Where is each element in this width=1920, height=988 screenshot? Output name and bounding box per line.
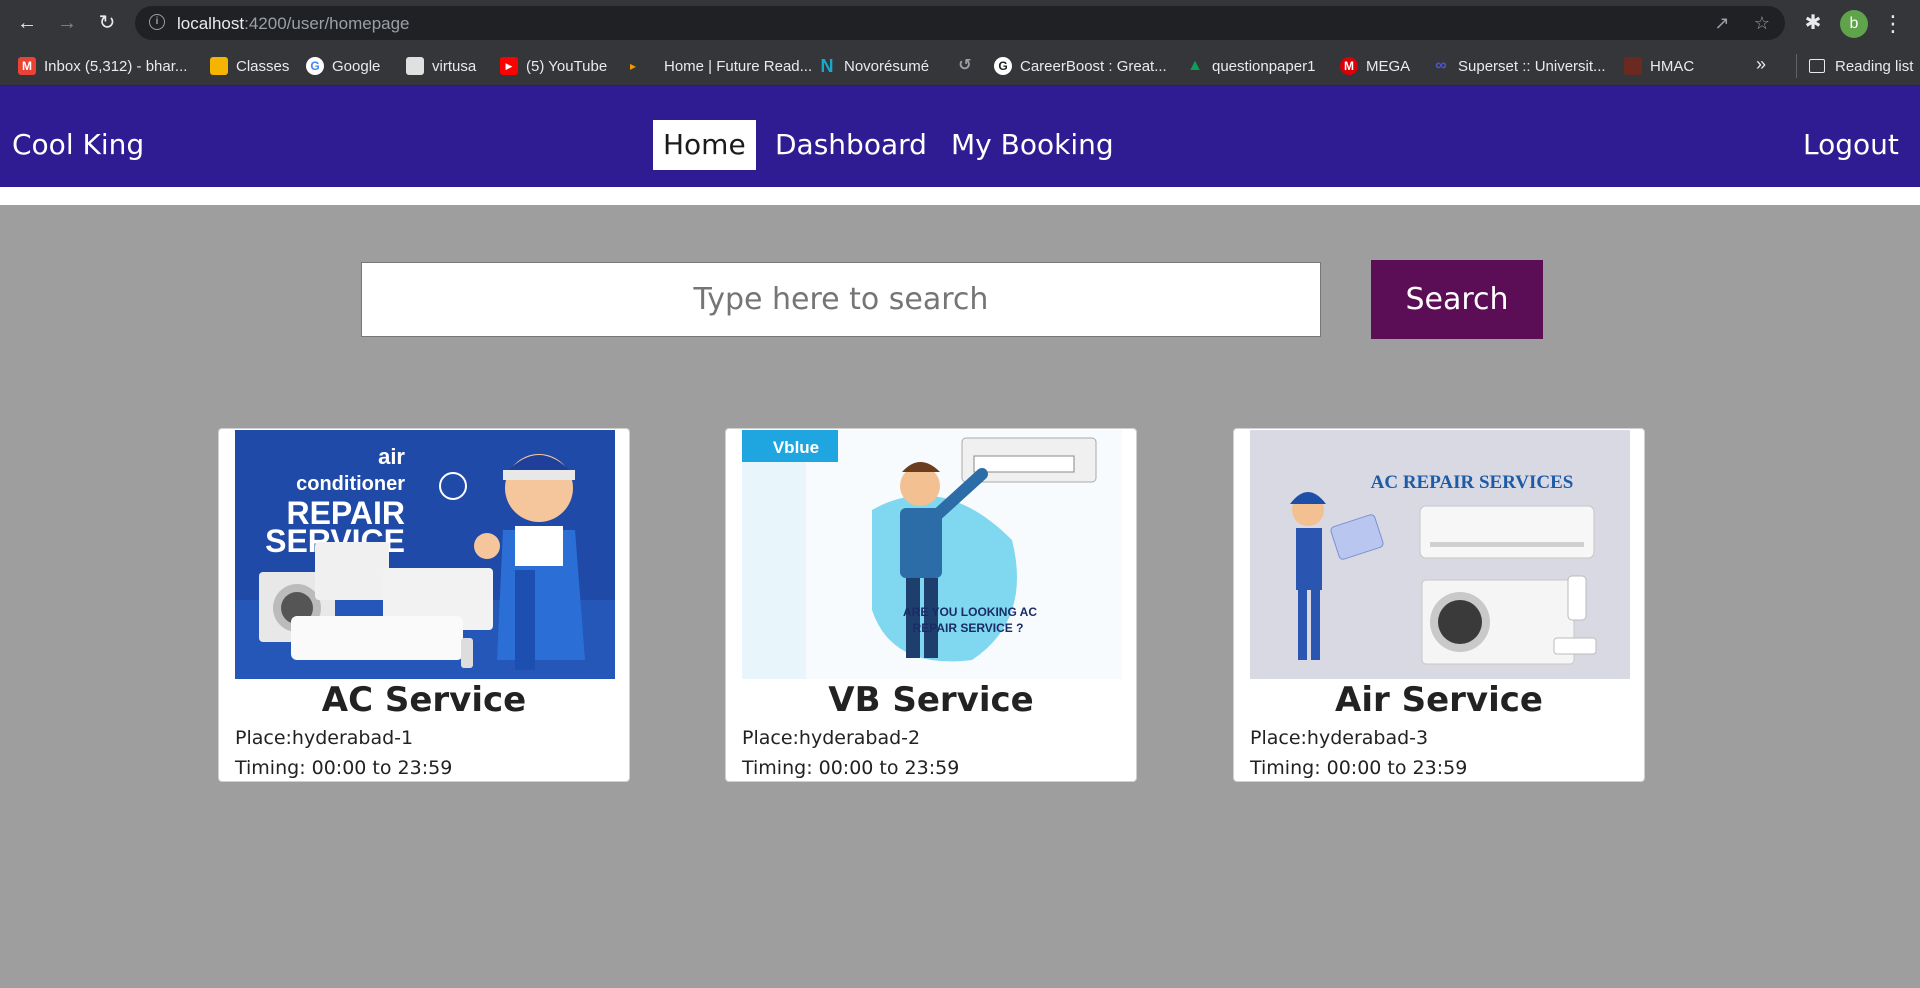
- search-button[interactable]: Search: [1371, 260, 1543, 339]
- service-place: Place:hyderabad-2: [742, 727, 921, 749]
- bookmarks-more-icon[interactable]: »: [1756, 54, 1766, 75]
- service-card[interactable]: air conditioner REPAIR SERVICE AC Servic…: [218, 428, 630, 782]
- url-host: localhost: [177, 14, 245, 33]
- bookmark-history[interactable]: ↺: [956, 54, 982, 78]
- bookmark-superset[interactable]: ∞ Superset :: Universit...: [1432, 54, 1606, 78]
- service-title: VB Service: [828, 680, 1034, 720]
- bookmark-label: (5) YouTube: [526, 57, 608, 75]
- reading-list-label: Reading list: [1835, 57, 1914, 75]
- browser-menu-icon[interactable]: ⋮: [1880, 10, 1906, 38]
- bookmark-label: Google: [332, 57, 381, 75]
- share-icon[interactable]: ↗: [1711, 12, 1733, 34]
- classroom-icon: [210, 57, 228, 75]
- careerboost-icon: G: [994, 57, 1012, 75]
- bookmark-label: virtusa: [432, 57, 477, 75]
- service-card[interactable]: Vblue ARE YOU LOOKING AC REPAIR SERVICE …: [725, 428, 1137, 782]
- reload-icon[interactable]: ↻: [92, 8, 122, 38]
- url-path: :4200/user/homepage: [244, 14, 410, 33]
- navbar-divider: [0, 187, 1920, 205]
- svg-text:air: air: [378, 444, 405, 469]
- svg-text:ARE YOU LOOKING AC: ARE YOU LOOKING AC: [903, 605, 1037, 619]
- service-title: AC Service: [321, 680, 527, 720]
- bookmark-label: Inbox (5,312) - bhar...: [44, 57, 188, 75]
- nav-my-booking[interactable]: My Booking: [941, 120, 1124, 170]
- bookmark-youtube[interactable]: ▶ (5) YouTube: [500, 54, 607, 78]
- bookmark-classes[interactable]: Classes: [210, 54, 289, 78]
- bookmark-label: Superset :: Universit...: [1458, 57, 1606, 75]
- bookmark-gmail[interactable]: M Inbox (5,312) - bhar...: [18, 54, 187, 78]
- mega-icon: M: [1340, 57, 1358, 75]
- bookmark-label: questionpaper1: [1212, 57, 1316, 75]
- gmail-icon: M: [18, 57, 36, 75]
- superset-icon: ∞: [1435, 57, 1447, 74]
- app-navbar: Cool King Home Dashboard My Booking Logo…: [0, 86, 1920, 187]
- bookmark-label: Novorésumé: [844, 57, 930, 75]
- browser-toolbar: ← → ↻ i localhost:4200/user/homepage ↗ ☆…: [0, 0, 1920, 46]
- hmac-icon: [1624, 57, 1642, 75]
- bookmark-virtusa[interactable]: virtusa: [406, 54, 476, 78]
- forward-icon[interactable]: →: [52, 8, 82, 38]
- bookmark-google[interactable]: G Google: [306, 54, 380, 78]
- bookmarks-bar: M Inbox (5,312) - bhar... Classes G Google…: [0, 46, 1920, 86]
- vb-service-image: Vblue ARE YOU LOOKING AC REPAIR SERVICE …: [742, 430, 1122, 679]
- novoresume-icon: N: [820, 56, 834, 76]
- ac-repair-service-image: air conditioner REPAIR SERVICE: [235, 430, 615, 679]
- service-card[interactable]: AC REPAIR SERVICES Air Service Place:hyd…: [1233, 428, 1645, 782]
- bookmark-hmac[interactable]: HMAC: [1624, 54, 1694, 78]
- drive-icon: ▲: [1187, 57, 1203, 74]
- virtusa-icon: [406, 57, 424, 75]
- svg-text:Vblue: Vblue: [773, 438, 819, 457]
- nav-dashboard[interactable]: Dashboard: [765, 120, 937, 170]
- service-timing: Timing: 00:00 to 23:59: [235, 757, 453, 779]
- bookmark-novoresume[interactable]: N Novorésumé: [818, 54, 930, 78]
- reading-list-button[interactable]: Reading list: [1796, 54, 1913, 78]
- bookmark-label: Home | Future Read...: [664, 57, 813, 75]
- svg-text:conditioner: conditioner: [296, 473, 405, 495]
- air-service-image: AC REPAIR SERVICES: [1250, 430, 1630, 679]
- site-info-icon[interactable]: i: [149, 14, 165, 30]
- youtube-icon: ▶: [500, 57, 518, 75]
- brand-name[interactable]: Cool King: [12, 128, 144, 161]
- bookmark-label: CareerBoost : Great...: [1020, 57, 1167, 75]
- logout-link[interactable]: Logout: [1803, 120, 1899, 170]
- bookmark-future-ready[interactable]: ▸ Home | Future Read...: [628, 54, 812, 78]
- bookmark-label: Classes: [236, 57, 290, 75]
- google-icon: G: [306, 57, 324, 75]
- address-bar[interactable]: i localhost:4200/user/homepage ↗ ☆: [135, 6, 1785, 40]
- service-place: Place:hyderabad-3: [1250, 727, 1429, 749]
- back-icon[interactable]: ←: [12, 8, 42, 38]
- search-input[interactable]: [361, 262, 1321, 337]
- extensions-icon[interactable]: ✱: [1800, 10, 1826, 36]
- service-title: Air Service: [1335, 680, 1543, 720]
- bookmark-careerboost[interactable]: G CareerBoost : Great...: [994, 54, 1167, 78]
- future-ready-icon: ▸: [629, 59, 637, 73]
- url-text[interactable]: localhost:4200/user/homepage: [177, 14, 410, 34]
- bookmark-label: HMAC: [1650, 57, 1695, 75]
- bookmark-mega[interactable]: M MEGA: [1340, 54, 1410, 78]
- service-timing: Timing: 00:00 to 23:59: [742, 757, 960, 779]
- svg-text:REPAIR SERVICE ?: REPAIR SERVICE ?: [913, 621, 1024, 635]
- reading-list-icon: [1809, 59, 1825, 73]
- history-icon: ↺: [958, 57, 972, 74]
- service-place: Place:hyderabad-1: [235, 727, 414, 749]
- service-timing: Timing: 00:00 to 23:59: [1250, 757, 1468, 779]
- profile-avatar[interactable]: b: [1840, 10, 1868, 38]
- bookmark-star-icon[interactable]: ☆: [1751, 12, 1773, 34]
- bookmark-questionpaper[interactable]: ▲ questionpaper1: [1186, 54, 1315, 78]
- svg-text:AC REPAIR SERVICES: AC REPAIR SERVICES: [1371, 472, 1574, 493]
- nav-home[interactable]: Home: [653, 120, 756, 170]
- bookmark-label: MEGA: [1366, 57, 1411, 75]
